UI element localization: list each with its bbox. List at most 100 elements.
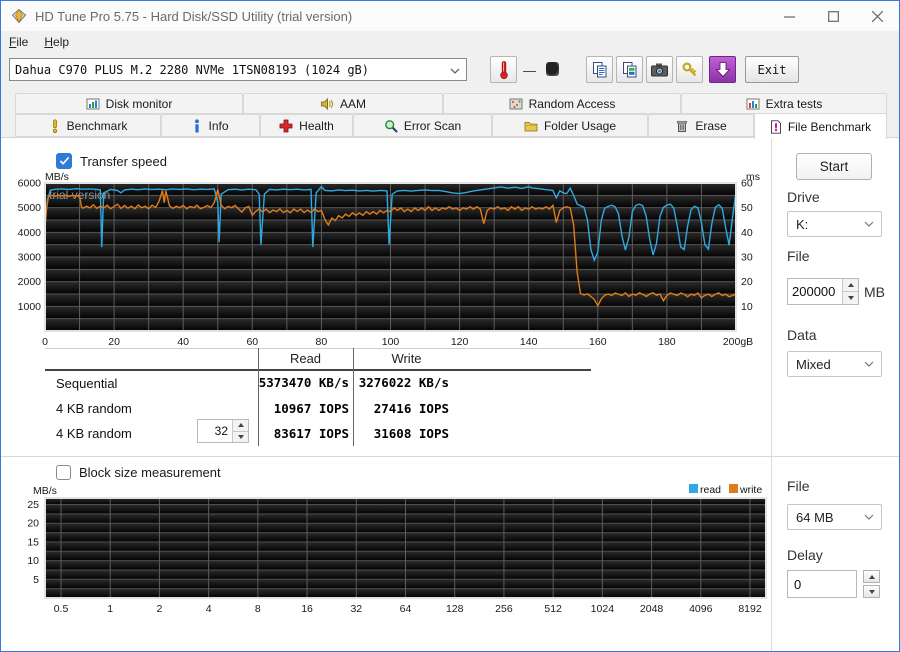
transfer-speed-checkbox[interactable] — [56, 153, 72, 169]
folder-usage-icon — [524, 121, 538, 131]
svg-text:5000: 5000 — [18, 202, 42, 214]
chevron-down-icon — [864, 361, 881, 367]
tab-aam[interactable]: AAM — [243, 93, 443, 114]
options-button[interactable] — [676, 56, 703, 83]
start-button[interactable]: Start — [796, 153, 872, 180]
temperature-button[interactable] — [490, 56, 517, 83]
thermometer-icon — [499, 60, 508, 79]
tab-folder-usage[interactable]: Folder Usage — [492, 114, 648, 137]
delay-input[interactable]: 0 — [787, 570, 857, 598]
drive-selector-value: Dahua C970 PLUS M.2 2280 NVMe 1TSN08193 … — [15, 62, 370, 77]
save-results-button[interactable] — [709, 56, 736, 83]
tab-info[interactable]: Info — [161, 114, 260, 137]
svg-text:ms: ms — [746, 171, 760, 183]
svg-text:1: 1 — [107, 603, 113, 615]
close-button[interactable] — [855, 1, 899, 31]
maximize-button[interactable] — [811, 1, 855, 31]
data-pattern-value: Mixed — [796, 356, 831, 372]
svg-text:20: 20 — [27, 518, 39, 530]
file-size-up-button[interactable] — [843, 279, 858, 291]
copy-text-button[interactable] — [586, 56, 613, 83]
screenshot-button[interactable] — [646, 56, 673, 83]
data-pattern-select[interactable]: Mixed — [787, 351, 882, 377]
tab-erase[interactable]: Erase — [648, 114, 754, 137]
menu-help[interactable]: Help — [36, 33, 77, 51]
delay-down-button[interactable] — [863, 585, 880, 598]
svg-text:128: 128 — [446, 603, 464, 615]
svg-text:6000: 6000 — [18, 178, 42, 190]
menu-file[interactable]: File — [1, 33, 36, 51]
close-icon — [871, 10, 883, 22]
delay-value: 0 — [794, 576, 802, 592]
drive-label: Drive — [787, 189, 820, 205]
sequential-write-value: 3276022 KB/s — [358, 375, 449, 390]
svg-text:10: 10 — [27, 555, 39, 567]
benchmark-icon — [52, 118, 57, 133]
copy-image-button[interactable] — [616, 56, 643, 83]
random-write-value: 27416 IOPS — [373, 401, 449, 416]
svg-text:60: 60 — [246, 336, 258, 348]
svg-text:4: 4 — [206, 603, 212, 615]
tab-disk-monitor[interactable]: Disk monitor — [15, 93, 243, 114]
tab-random-access[interactable]: Random Access — [443, 93, 681, 114]
block-size-chart: 5 10 15 20 25 0.5 1 2 4 8 16 32 64 128 256 512 1024 2048 4… — [27, 485, 767, 615]
file-size-down-button[interactable] — [843, 291, 858, 304]
svg-text:100: 100 — [382, 336, 400, 348]
app-icon — [11, 8, 27, 24]
svg-text:160: 160 — [589, 336, 607, 348]
drive-selector[interactable]: Dahua C970 PLUS M.2 2280 NVMe 1TSN08193 … — [9, 58, 467, 81]
svg-text:20: 20 — [741, 276, 753, 288]
delay-stepper — [863, 570, 880, 598]
svg-text:1000: 1000 — [18, 301, 42, 313]
svg-text:3000: 3000 — [18, 252, 42, 264]
tab-error-scan[interactable]: Error Scan — [353, 114, 492, 137]
read-swatch — [689, 484, 698, 493]
file-size-unit: MB — [864, 284, 885, 300]
svg-text:4096: 4096 — [689, 603, 713, 615]
svg-text:1024: 1024 — [591, 603, 615, 615]
error-scan-icon — [384, 119, 398, 133]
svg-text:15: 15 — [27, 536, 39, 548]
copy-icon — [592, 61, 606, 77]
drive-select[interactable]: K: — [787, 211, 882, 237]
svg-text:2: 2 — [157, 603, 163, 615]
svg-text:140: 140 — [520, 336, 538, 348]
block-file-size-select[interactable]: 64 MB — [787, 504, 882, 530]
tab-health[interactable]: Health — [260, 114, 353, 137]
sequential-read-value: 5373470 KB/s — [258, 375, 349, 390]
svg-text:512: 512 — [544, 603, 562, 615]
svg-text:10: 10 — [741, 301, 753, 313]
svg-text:40: 40 — [177, 336, 189, 348]
row-sequential-label: Sequential — [56, 376, 118, 391]
keys-icon — [681, 61, 696, 76]
random-read-value: 10967 IOPS — [273, 401, 349, 416]
tab-extra-tests[interactable]: Extra tests — [681, 93, 887, 114]
file-size-value: 200000 — [792, 284, 836, 299]
tab-benchmark[interactable]: Benchmark — [15, 114, 161, 137]
svg-text:8192: 8192 — [738, 603, 762, 615]
svg-text:256: 256 — [495, 603, 513, 615]
file-size-stepper[interactable]: 200000 — [787, 278, 859, 305]
aam-icon — [321, 97, 334, 110]
svg-text:180: 180 — [658, 336, 676, 348]
drive-select-value: K: — [796, 216, 809, 232]
chevron-down-icon — [864, 221, 881, 227]
titlebar: HD Tune Pro 5.75 - Hard Disk/SSD Utility… — [1, 1, 899, 31]
svg-text:0.5: 0.5 — [54, 603, 69, 615]
block-size-checkbox[interactable] — [56, 465, 71, 480]
minimize-button[interactable] — [767, 1, 811, 31]
svg-text:MB/s: MB/s — [45, 171, 69, 183]
svg-text:2048: 2048 — [640, 603, 664, 615]
erase-icon — [677, 120, 688, 132]
row-random-qd-label: 4 KB random — [56, 426, 132, 441]
delay-up-button[interactable] — [863, 570, 880, 583]
block-file-size-value: 64 MB — [796, 509, 834, 525]
queue-depth-value: 32 — [214, 424, 228, 438]
svg-text:30: 30 — [741, 252, 753, 264]
write-header: Write — [391, 351, 422, 366]
tab-file-benchmark[interactable]: File Benchmark — [754, 113, 887, 139]
exit-button[interactable]: Exit — [745, 56, 799, 83]
table-header-line — [45, 369, 591, 371]
data-label: Data — [787, 327, 817, 343]
transfer-speed-chart: trial version100020003000400050006000102… — [18, 171, 760, 348]
